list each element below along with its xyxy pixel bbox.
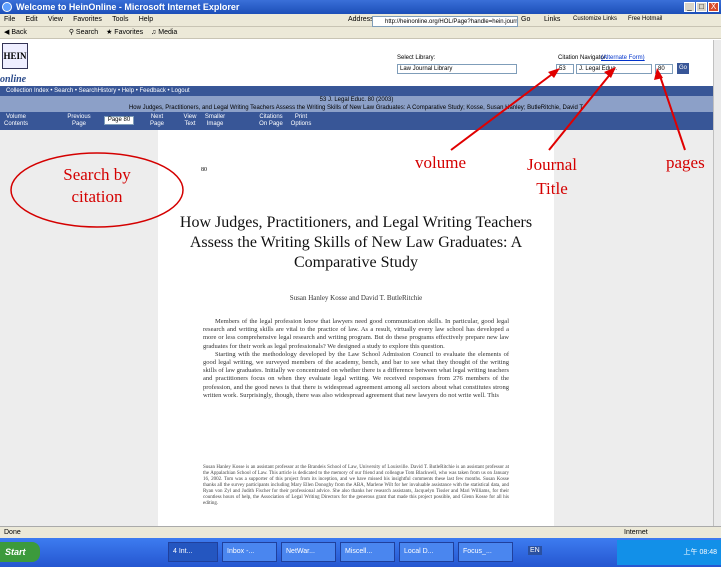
annotation-layer (10, 67, 686, 228)
task-local[interactable]: Local D... (399, 542, 454, 562)
task-ie[interactable]: 4 Int... (168, 542, 218, 562)
volume-arrow (450, 71, 556, 151)
language-indicator[interactable]: EN (528, 546, 542, 555)
status-bar: Done Internet (0, 526, 721, 538)
pages-arrowhead (654, 68, 663, 80)
vertical-scrollbar[interactable] (713, 40, 721, 526)
task-focus[interactable]: Focus_... (458, 542, 513, 562)
zone-text: Internet (624, 529, 648, 536)
start-button[interactable]: Start (0, 542, 40, 562)
pages-arrow (658, 72, 686, 151)
journal-arrow (548, 71, 613, 151)
task-miscell[interactable]: Miscell... (340, 542, 395, 562)
system-tray: 上午 08:48 (617, 540, 721, 565)
task-netwar[interactable]: NetWar... (281, 542, 336, 562)
annotation-journal-title: Journal Title (526, 155, 578, 198)
task-inbox[interactable]: Inbox -... (222, 542, 277, 562)
clock: 上午 08:48 (683, 549, 717, 556)
status-text: Done (4, 529, 21, 536)
annotation-pages: pages (666, 153, 705, 172)
annotation-search-by-citation: Search by citation (63, 165, 131, 206)
annotation-volume: volume (415, 153, 466, 172)
journal-arrowhead (604, 67, 616, 78)
